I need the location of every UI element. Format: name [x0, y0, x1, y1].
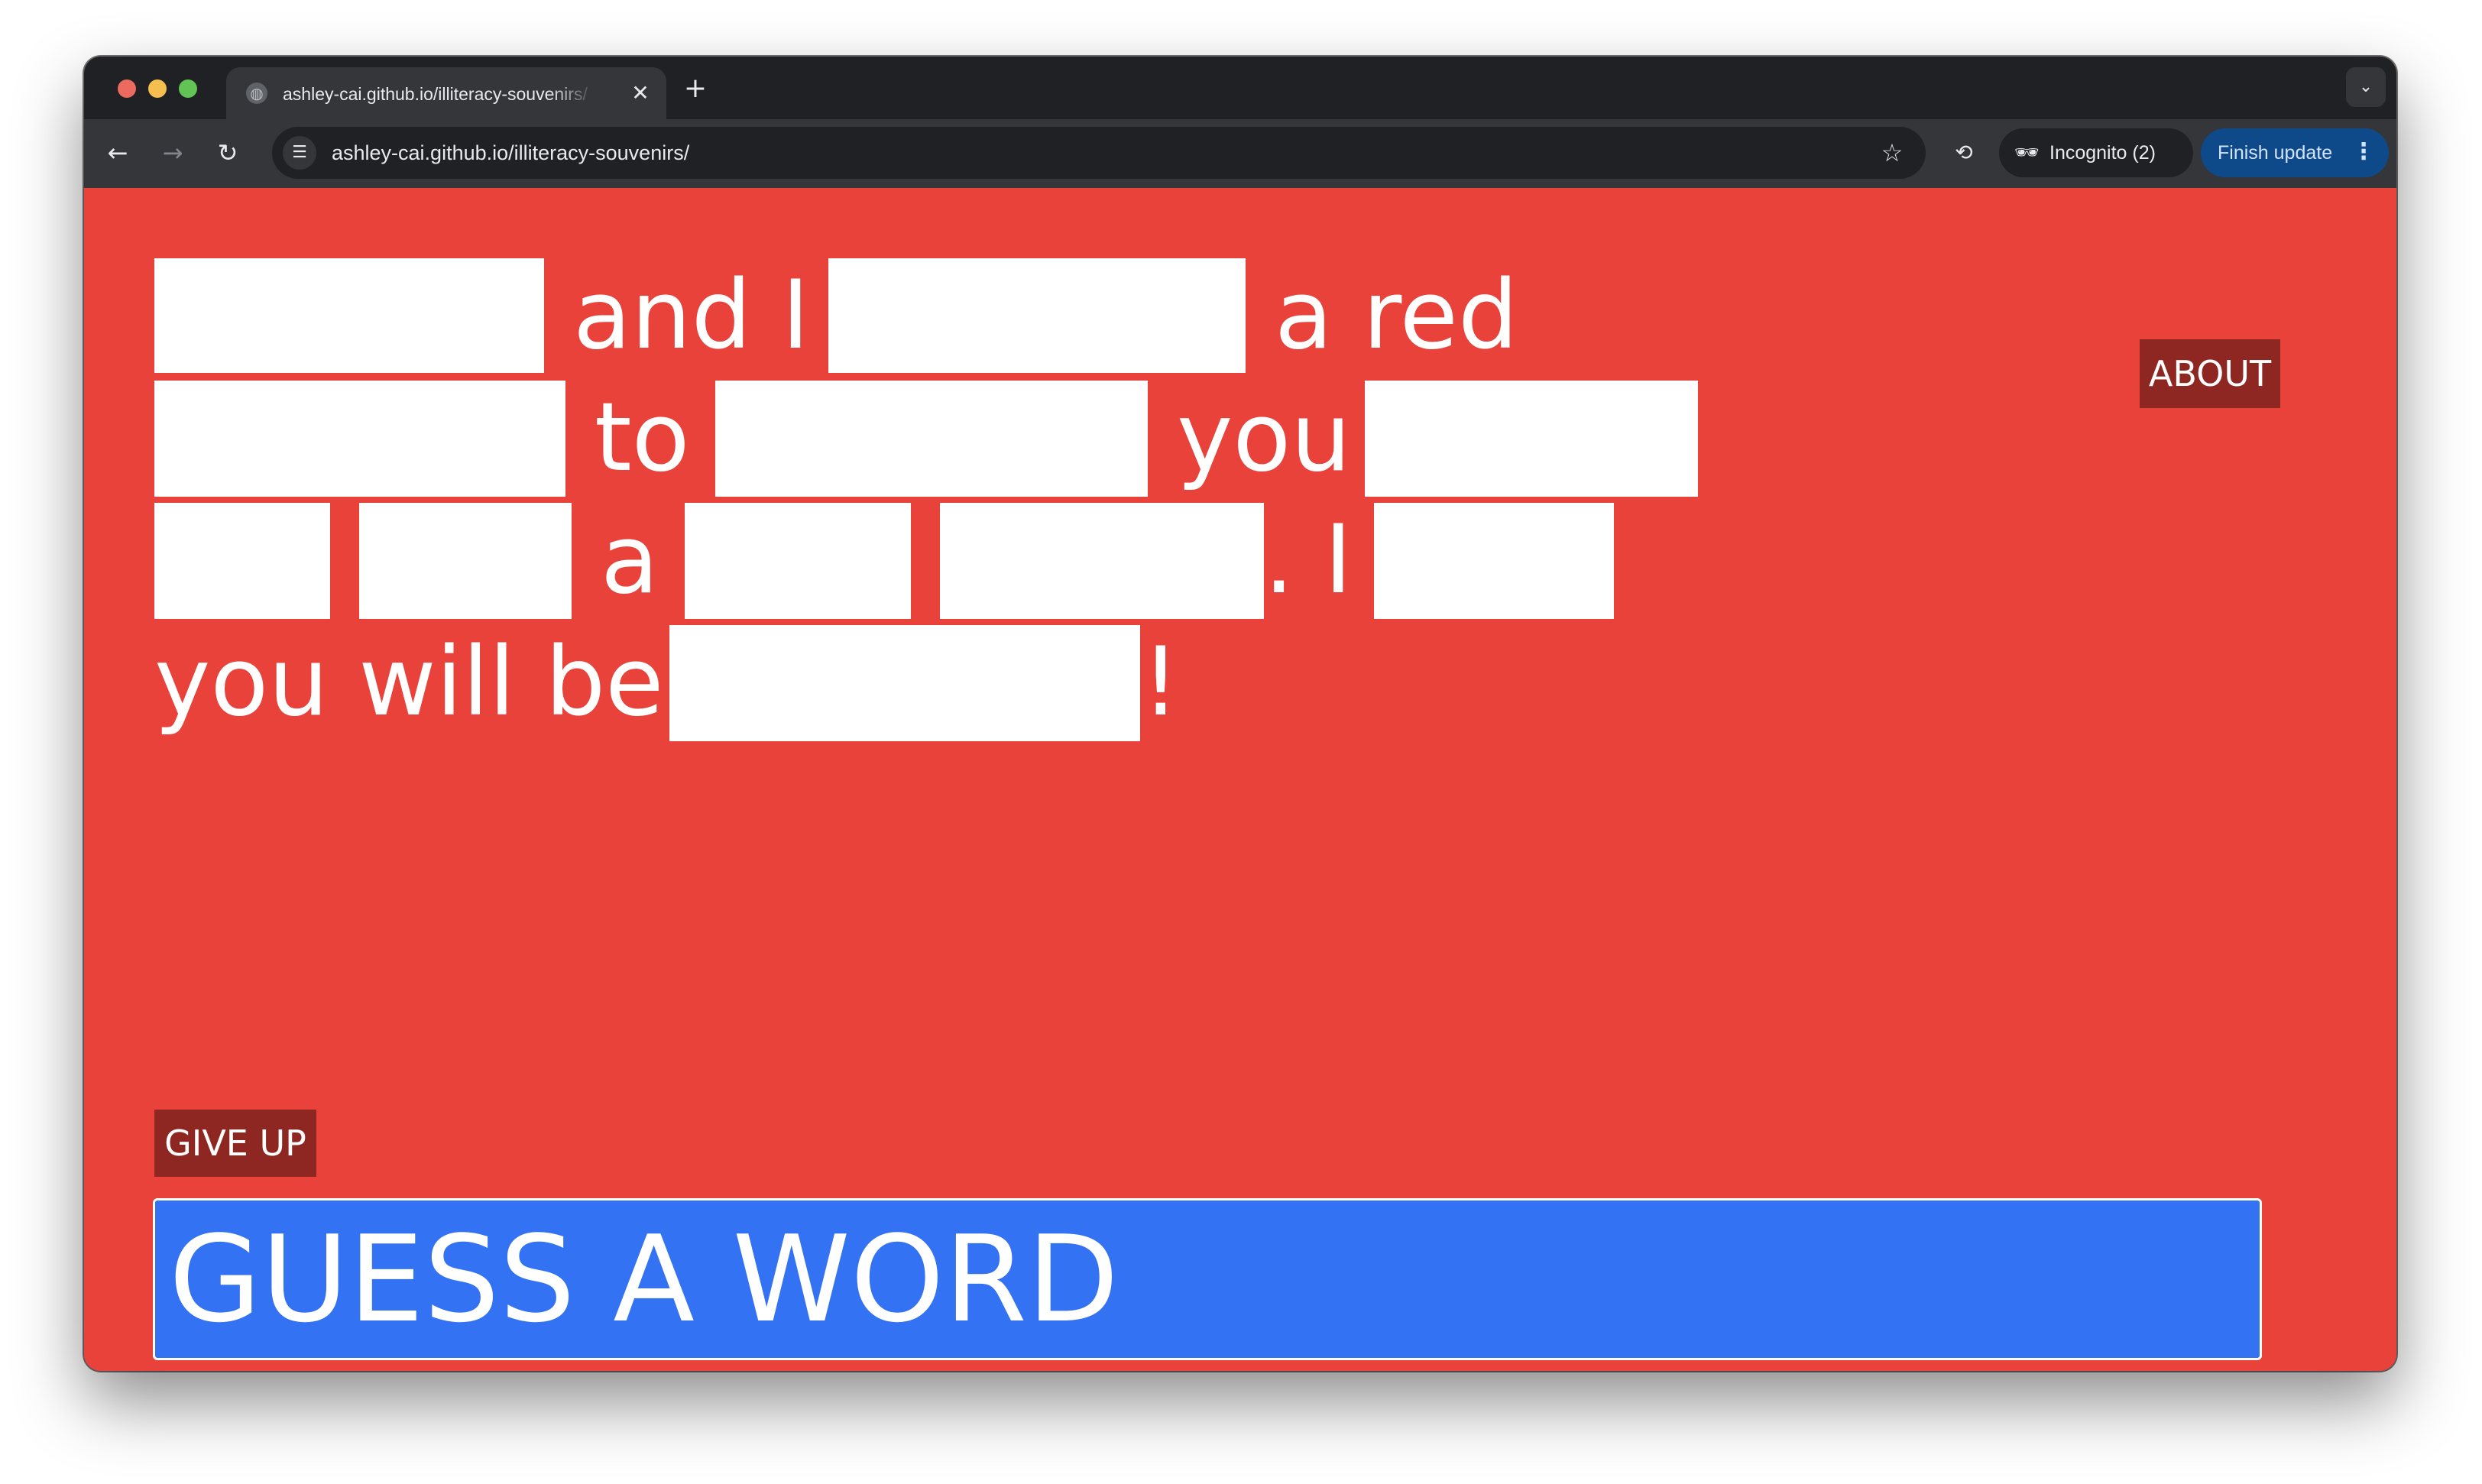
- game-page: and I a red to you a . I you will be ! A…: [84, 188, 2396, 1371]
- word-blank: [1365, 381, 1698, 497]
- address-bar[interactable]: ☰ ashley-cai.github.io/illiteracy-souven…: [272, 127, 1926, 179]
- word-blank: [359, 503, 572, 619]
- word-blank: [940, 503, 1264, 619]
- sentence-word: a: [601, 505, 659, 615]
- word-blank: [828, 258, 1246, 373]
- bookmark-star-icon[interactable]: ☆: [1875, 136, 1909, 170]
- sentence-word: you: [1177, 383, 1351, 493]
- incognito-icon: 🕶: [2014, 141, 2040, 164]
- close-tab-icon[interactable]: ✕: [627, 79, 654, 107]
- sentence-word: a red: [1275, 261, 1518, 371]
- more-menu-icon[interactable]: ⋮: [2352, 139, 2375, 165]
- tab-search-button[interactable]: ⌄: [2346, 67, 2386, 107]
- incognito-indicator[interactable]: 🕶 Incognito (2): [1999, 128, 2193, 177]
- tab-strip: ◍ ashley-cai.github.io/illiteracy-souven…: [84, 57, 2396, 119]
- new-tab-button[interactable]: +: [680, 73, 711, 104]
- minimize-window-button[interactable]: [148, 79, 167, 98]
- maximize-window-button[interactable]: [179, 79, 197, 98]
- finish-update-button[interactable]: Finish update ⋮: [2201, 128, 2389, 177]
- sentence-word: !: [1142, 627, 1180, 737]
- word-blank: [715, 381, 1148, 497]
- word-blank: [154, 258, 544, 373]
- word-blank: [669, 625, 1140, 741]
- word-blank: [154, 381, 565, 497]
- back-button[interactable]: ←: [99, 134, 136, 171]
- browser-toolbar: ← → ↻ ☰ ashley-cai.github.io/illiteracy-…: [84, 119, 2396, 188]
- tab-title: ashley-cai.github.io/illiteracy-souvenir…: [283, 84, 588, 104]
- about-button[interactable]: ABOUT: [2140, 339, 2280, 408]
- word-blank: [154, 503, 330, 619]
- finish-update-label: Finish update: [2218, 142, 2333, 164]
- extension-icon[interactable]: ⟲: [1946, 134, 1982, 171]
- guess-input[interactable]: [153, 1198, 2262, 1360]
- mystery-sentence: and I a red to you a . I you will be !: [84, 188, 2396, 799]
- sentence-word: to: [595, 383, 690, 493]
- tune-icon[interactable]: ☰: [283, 136, 316, 170]
- globe-icon: ◍: [246, 83, 267, 104]
- url-text[interactable]: ashley-cai.github.io/illiteracy-souvenir…: [332, 141, 689, 165]
- word-blank: [1374, 503, 1614, 619]
- reload-button[interactable]: ↻: [209, 134, 246, 171]
- browser-window: ◍ ashley-cai.github.io/illiteracy-souven…: [84, 57, 2396, 1371]
- forward-button[interactable]: →: [154, 134, 191, 171]
- give-up-button[interactable]: GIVE UP: [154, 1110, 316, 1177]
- sentence-word: . I: [1264, 505, 1353, 615]
- active-tab[interactable]: ◍ ashley-cai.github.io/illiteracy-souven…: [226, 67, 666, 119]
- word-blank: [685, 503, 911, 619]
- sentence-word: you will be: [154, 627, 664, 737]
- incognito-label: Incognito (2): [2049, 142, 2156, 164]
- close-window-button[interactable]: [118, 79, 136, 98]
- sentence-word: and I: [573, 261, 810, 371]
